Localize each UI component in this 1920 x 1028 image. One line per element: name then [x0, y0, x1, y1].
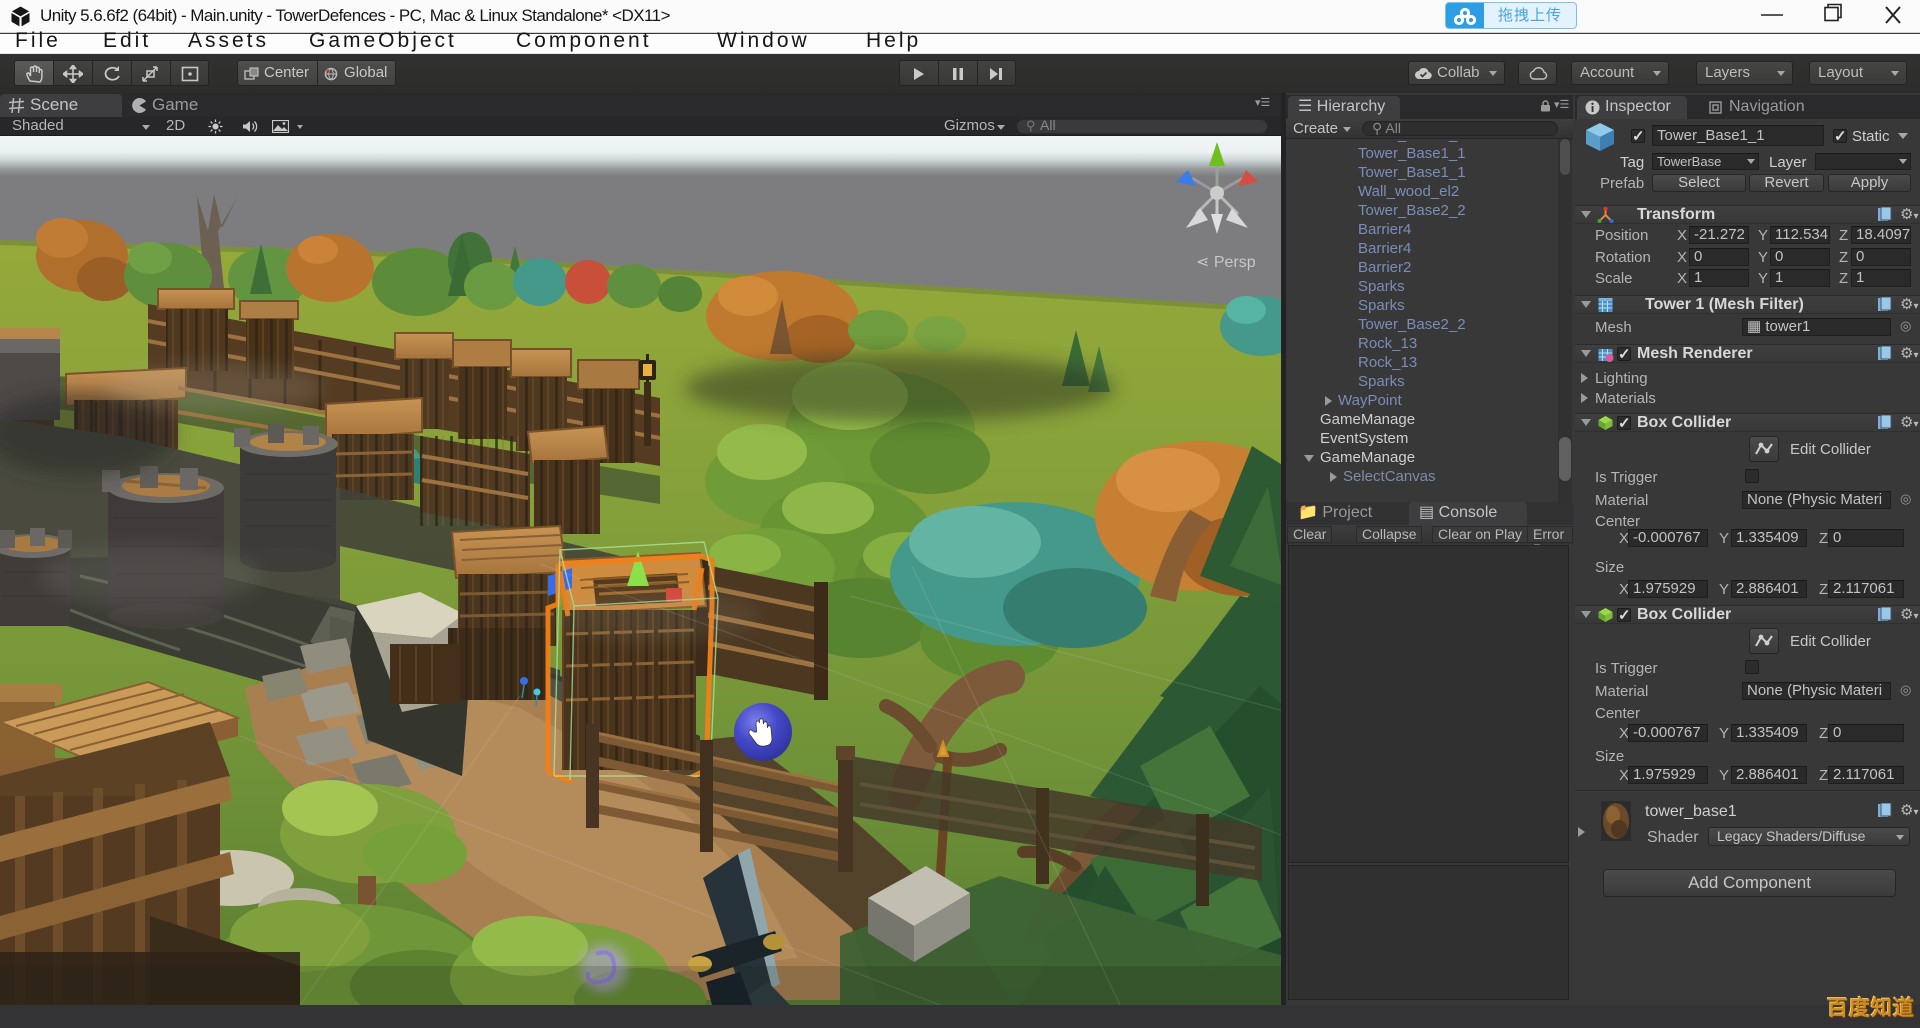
svg-text:⋖ Persp: ⋖ Persp	[1196, 254, 1256, 271]
